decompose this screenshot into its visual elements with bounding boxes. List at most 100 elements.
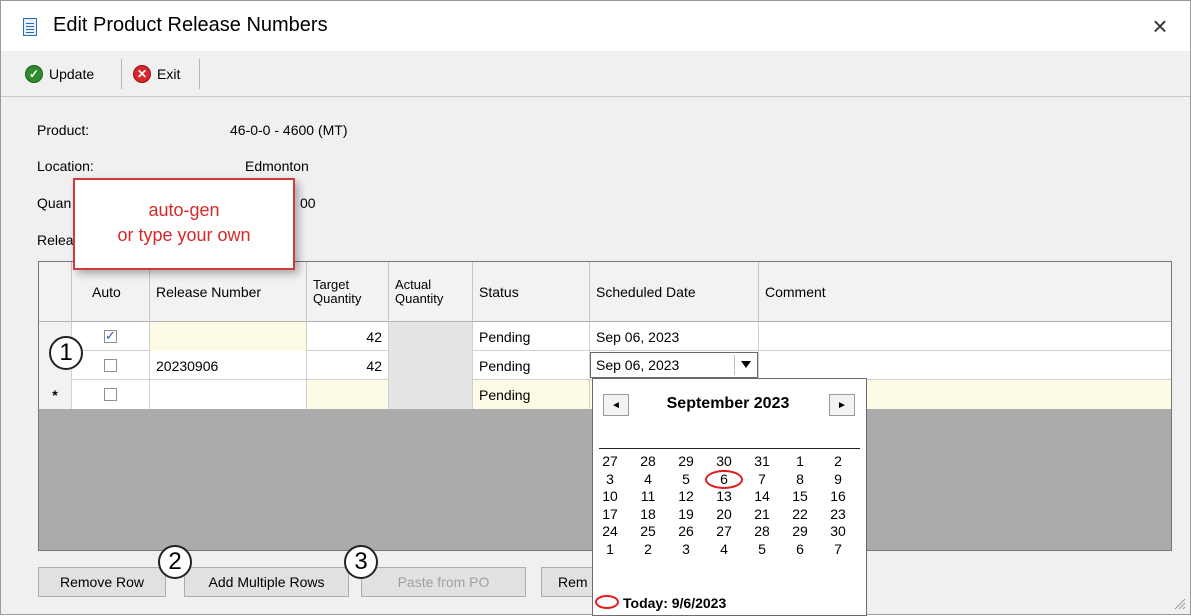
calendar-day[interactable]: 23 (823, 506, 853, 523)
auto-checkbox[interactable] (104, 388, 117, 401)
annotation-callout: auto-gen or type your own (73, 178, 295, 270)
calendar-day[interactable]: 9 (823, 471, 853, 488)
remove-all-button[interactable]: Rem (541, 567, 599, 597)
exit-button[interactable]: ✕ Exit (127, 57, 186, 91)
calendar-day[interactable]: 18 (633, 506, 663, 523)
calendar-day[interactable]: 21 (747, 506, 777, 523)
calendar-day[interactable]: 14 (747, 488, 777, 505)
calendar-day[interactable]: 30 (709, 453, 739, 470)
dropdown-divider (734, 355, 735, 375)
calendar-day[interactable]: 3 (595, 471, 625, 488)
remove-row-button[interactable]: Remove Row (38, 567, 166, 597)
chevron-down-icon[interactable] (741, 361, 751, 368)
calendar-day[interactable]: 3 (671, 541, 701, 558)
calendar-day[interactable]: 27 (595, 453, 625, 470)
calendar-day[interactable]: 29 (671, 453, 701, 470)
calendar-day[interactable]: 28 (747, 523, 777, 540)
calendar-day[interactable]: 15 (785, 488, 815, 505)
add-multiple-rows-button[interactable]: Add Multiple Rows (184, 567, 349, 597)
status-cell[interactable]: Pending (473, 380, 590, 409)
next-month-button[interactable]: ► (829, 394, 855, 416)
actual-quantity-cell (389, 380, 473, 409)
calendar-day[interactable]: 31 (747, 453, 777, 470)
calendar-month-title[interactable]: September 2023 (648, 395, 808, 413)
calendar-day[interactable]: 5 (671, 471, 701, 488)
calendar-day[interactable]: 24 (595, 523, 625, 540)
column-header-release-number[interactable]: Release Number (150, 262, 307, 322)
auto-checkbox[interactable] (104, 328, 117, 344)
prev-month-button[interactable]: ◄ (603, 394, 629, 416)
auto-cell (72, 380, 150, 409)
column-header-comment[interactable]: Comment (759, 262, 1171, 322)
resize-grip-icon[interactable] (1170, 594, 1186, 610)
calendar-day[interactable]: 2 (823, 453, 853, 470)
calendar-day[interactable]: 7 (747, 471, 777, 488)
release-number-cell[interactable] (150, 380, 307, 409)
edit-release-numbers-window: Edit Product Release Numbers × ✓ Update … (0, 0, 1191, 616)
calendar-day[interactable]: 4 (709, 541, 739, 558)
toolbar-separator (199, 59, 200, 89)
target-quantity-cell[interactable]: 42 (307, 351, 389, 380)
update-label: Update (49, 66, 95, 82)
calendar-day[interactable]: 19 (671, 506, 701, 523)
calendar-day[interactable]: 8 (785, 471, 815, 488)
row-header-column (39, 262, 72, 322)
calendar-day[interactable]: 29 (785, 523, 815, 540)
calendar-day[interactable]: 20 (709, 506, 739, 523)
scheduled-date-cell[interactable]: Sep 06, 2023 (590, 322, 759, 351)
calendar-day[interactable]: 7 (823, 541, 853, 558)
update-button[interactable]: ✓ Update (19, 57, 100, 91)
today-link[interactable]: Today: 9/6/2023 (623, 595, 726, 611)
release-number-cell[interactable]: 20230906 (150, 351, 307, 380)
new-row-indicator[interactable]: * (39, 380, 72, 409)
calendar-day[interactable]: 25 (633, 523, 663, 540)
status-cell[interactable]: Pending (473, 351, 590, 380)
callout-line-2: or type your own (117, 225, 251, 245)
calendar-day[interactable]: 1 (595, 541, 625, 558)
arrow-right-icon: ► (837, 399, 847, 411)
target-quantity-cell[interactable] (307, 380, 389, 409)
calendar-day[interactable]: 30 (823, 523, 853, 540)
calendar-day[interactable]: 2 (633, 541, 663, 558)
toolbar: ✓ Update ✕ Exit (1, 51, 1190, 97)
calendar-day[interactable]: 10 (595, 488, 625, 505)
column-header-status[interactable]: Status (473, 262, 590, 322)
actual-header-line1: Actual (395, 277, 432, 292)
column-header-target-quantity[interactable]: Target Quantity (307, 262, 389, 322)
column-header-actual-quantity[interactable]: Actual Quantity (389, 262, 473, 322)
calendar-day[interactable]: 4 (633, 471, 663, 488)
calendar-day[interactable]: 22 (785, 506, 815, 523)
column-header-scheduled-date[interactable]: Scheduled Date (590, 262, 759, 322)
calendar-day[interactable]: 5 (747, 541, 777, 558)
calendar-day[interactable]: 17 (595, 506, 625, 523)
release-number-cell[interactable] (150, 322, 307, 351)
close-button[interactable]: × (1140, 9, 1180, 43)
calendar-day[interactable]: 1 (785, 453, 815, 470)
calendar-day[interactable]: 16 (823, 488, 853, 505)
table-row[interactable]: 42 Pending Sep 06, 2023 (39, 322, 1171, 351)
target-quantity-cell[interactable]: 42 (307, 322, 389, 351)
calendar-day[interactable]: 27 (709, 523, 739, 540)
auto-cell (72, 322, 150, 351)
selected-day-circle-icon (705, 469, 743, 489)
step-marker-1: 1 (49, 336, 83, 370)
calendar-day[interactable]: 12 (671, 488, 701, 505)
arrow-left-icon: ◄ (611, 399, 621, 411)
auto-checkbox[interactable] (104, 359, 117, 372)
toolbar-separator (121, 59, 122, 89)
comment-cell[interactable] (759, 351, 1171, 380)
cancel-icon: ✕ (133, 65, 151, 83)
date-picker-calendar[interactable]: ◄ September 2023 ► 27 28 29 30 31 1 2 3 4 5 6 7 8 9 10… (592, 378, 867, 616)
paste-from-po-button[interactable]: Paste from PO (361, 567, 526, 597)
calendar-day[interactable]: 11 (633, 488, 663, 505)
calendar-day[interactable]: 28 (633, 453, 663, 470)
actual-header-line2: Quantity (395, 291, 444, 306)
quantity-label: Quan (37, 195, 72, 211)
calendar-day[interactable]: 26 (671, 523, 701, 540)
status-cell[interactable]: Pending (473, 322, 590, 351)
column-header-auto[interactable]: Auto (72, 262, 150, 322)
comment-cell[interactable] (759, 322, 1171, 351)
scheduled-date-dropdown[interactable]: Sep 06, 2023 (590, 352, 758, 378)
calendar-day[interactable]: 13 (709, 488, 739, 505)
calendar-day[interactable]: 6 (785, 541, 815, 558)
